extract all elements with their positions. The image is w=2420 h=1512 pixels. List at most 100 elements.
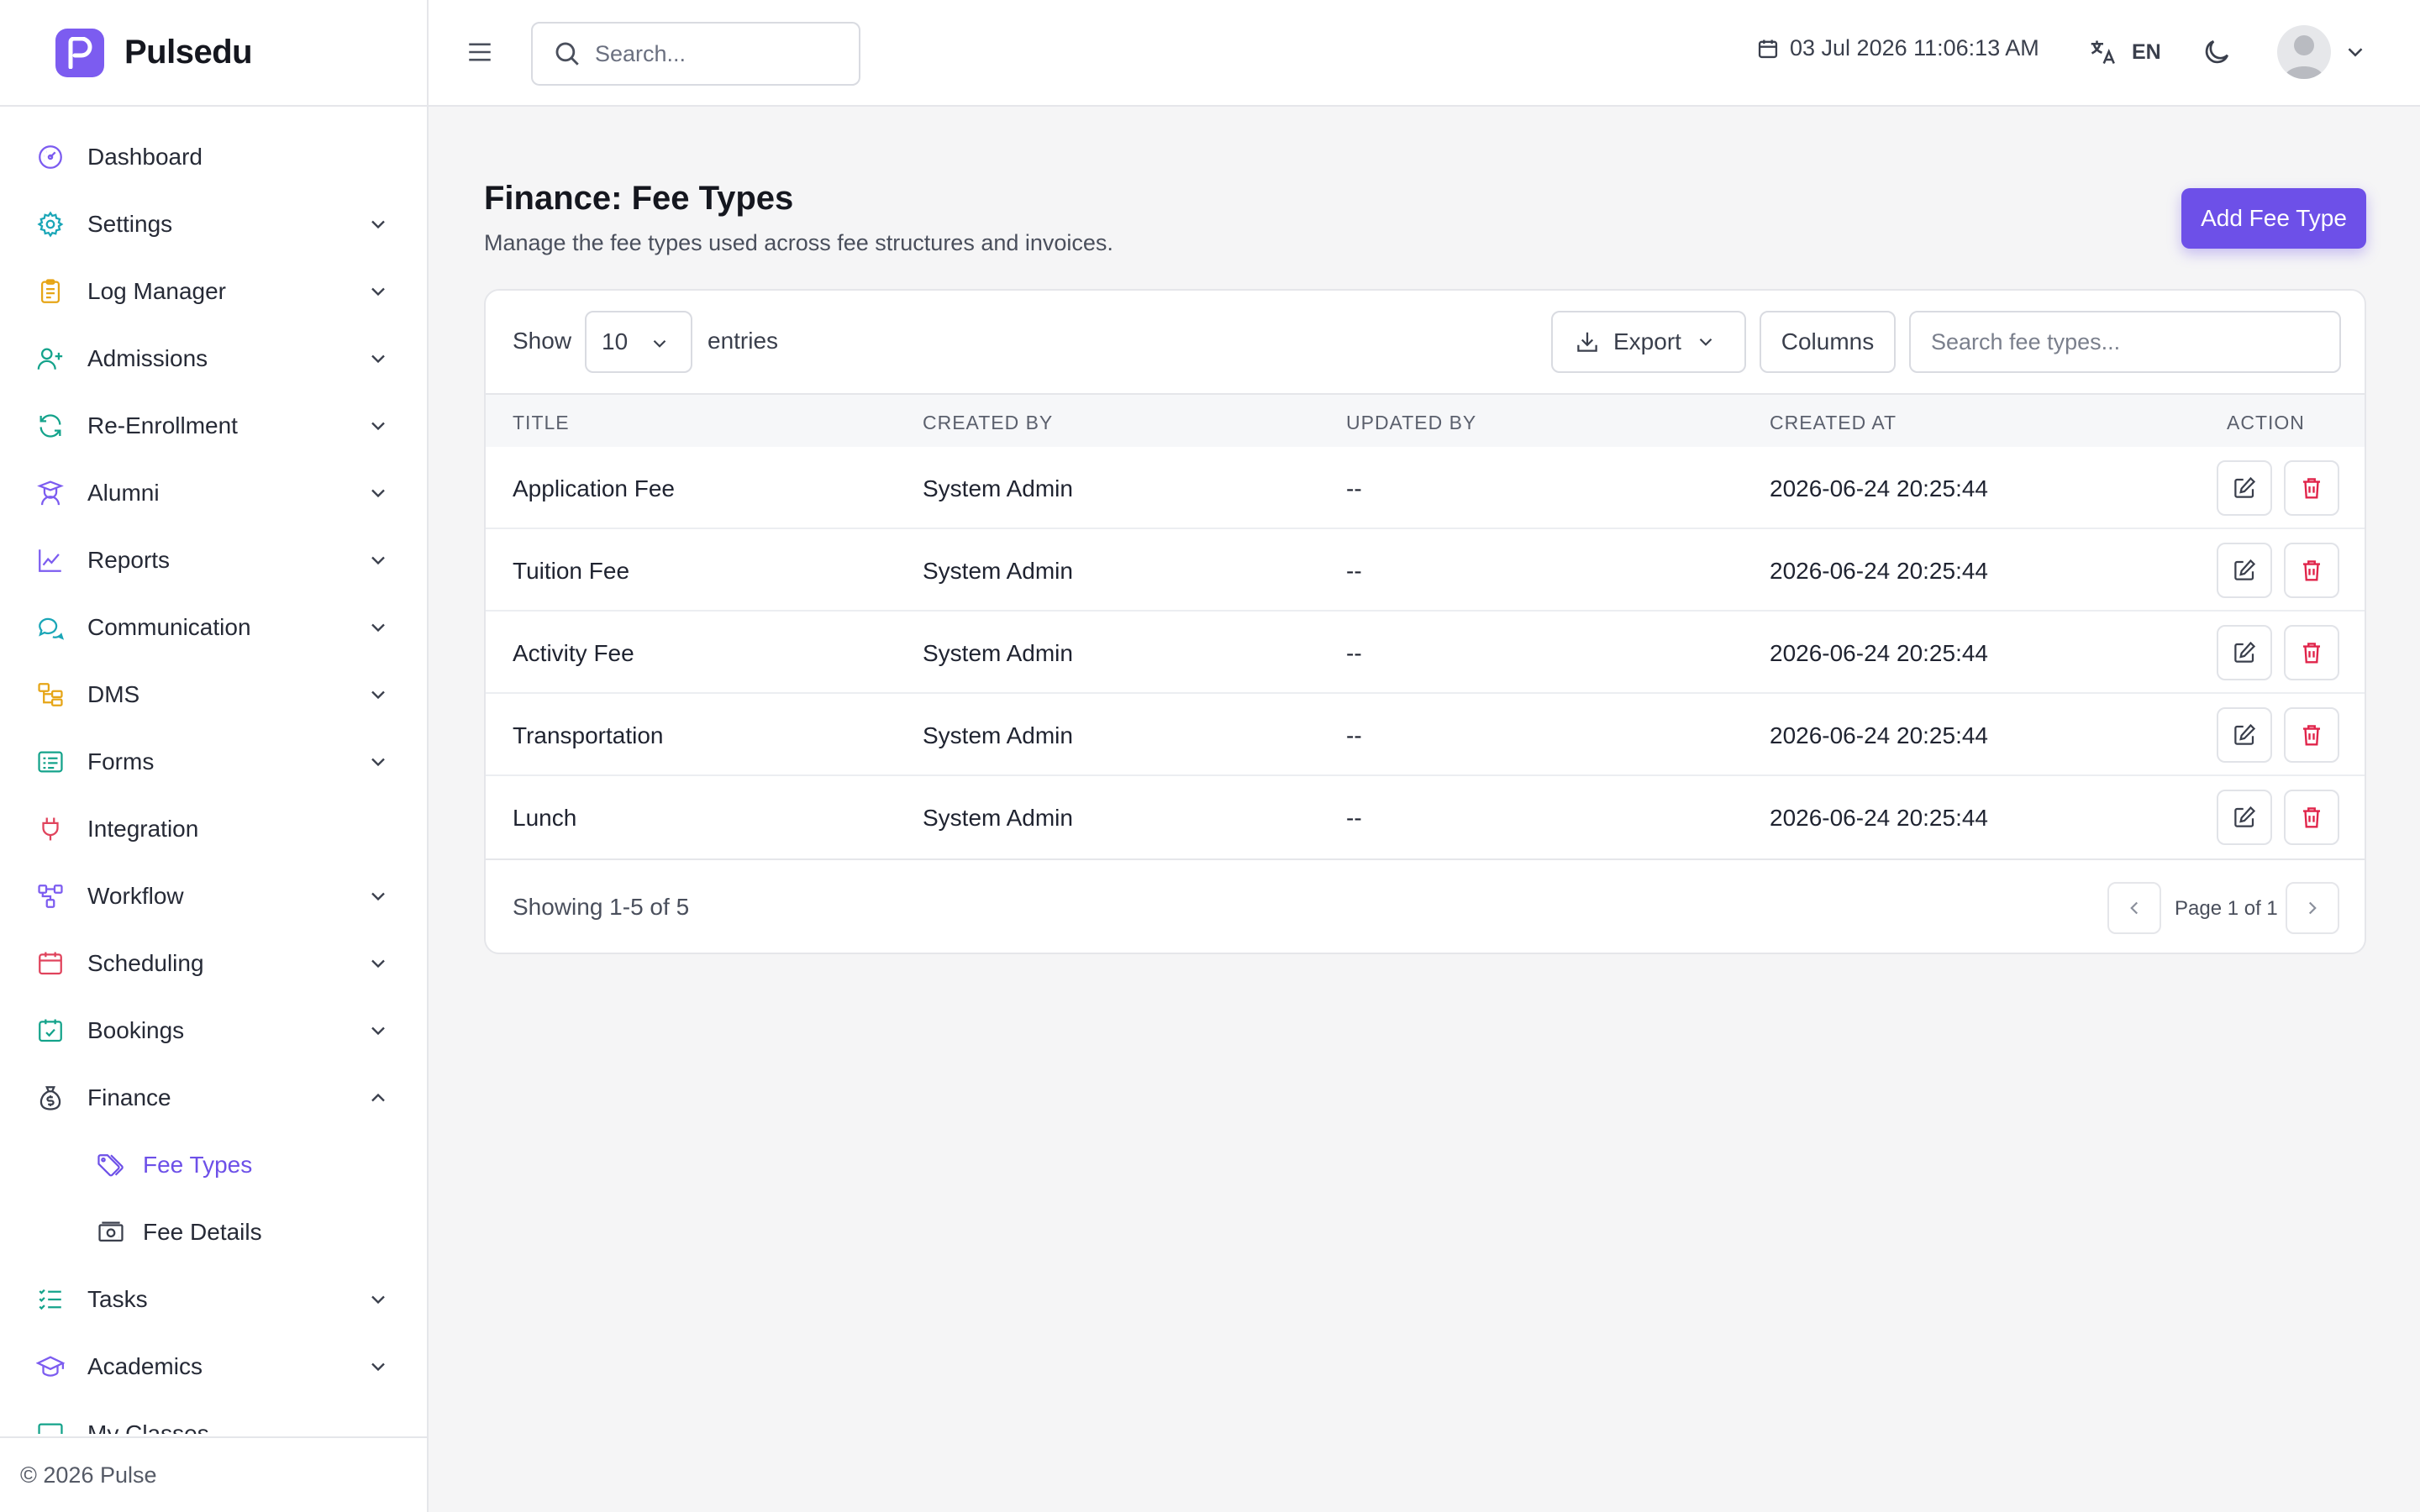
sidebar-item-bookings[interactable]: Bookings — [0, 997, 427, 1064]
table-footer: Showing 1-5 of 5 Page 1 of 1 — [486, 858, 2365, 953]
cell-created-by: System Admin — [923, 558, 1073, 584]
sidebar-item-finance[interactable]: Finance — [0, 1064, 427, 1131]
delete-button[interactable] — [2284, 707, 2339, 763]
trash-icon — [2303, 725, 2320, 746]
sidebar-subitem-fee-details[interactable]: Fee Details — [0, 1199, 427, 1266]
table-row: Application Fee System Admin -- 2026-06-… — [486, 447, 2365, 529]
sidebar-item-my-classes[interactable]: My Classes — [0, 1400, 427, 1434]
entries-label: entries — [708, 328, 779, 354]
edit-icon — [2234, 723, 2256, 745]
cell-created-at: 2026-06-24 20:25:44 — [1770, 805, 1988, 831]
table-row: Tuition Fee System Admin -- 2026-06-24 2… — [486, 529, 2365, 612]
edit-button[interactable] — [2217, 707, 2272, 763]
column-header-created-at[interactable]: CREATED AT — [1770, 412, 1897, 434]
sidebar-item-tasks[interactable]: Tasks — [0, 1266, 427, 1333]
sidebar-item-admissions[interactable]: Admissions — [0, 325, 427, 392]
calendar-icon — [1758, 39, 1778, 58]
delete-button[interactable] — [2284, 460, 2339, 516]
translate-icon — [2091, 40, 2115, 64]
next-page-button[interactable] — [2286, 882, 2339, 934]
export-button[interactable]: Export — [1551, 311, 1746, 373]
cell-created-by: System Admin — [923, 640, 1073, 666]
top-bar: 03 Jul 2026 11:06:13 AM EN — [429, 0, 2420, 107]
cell-created-by: System Admin — [923, 475, 1073, 501]
edit-button[interactable] — [2217, 790, 2272, 845]
sidebar-item-label: My Classes — [87, 1420, 209, 1434]
line-chart-icon — [34, 543, 67, 577]
sidebar-item-communication[interactable]: Communication — [0, 594, 427, 661]
sidebar-item-label: Finance — [87, 1084, 171, 1110]
sidebar-item-dashboard[interactable]: Dashboard — [0, 123, 427, 191]
menu-icon[interactable] — [466, 38, 494, 66]
sidebar-footer: © 2026 Pulse — [0, 1436, 427, 1512]
chevron-down-icon — [371, 623, 385, 633]
chevron-down-icon — [371, 758, 385, 767]
calendar-icon — [34, 947, 67, 980]
column-header-title[interactable]: TITLE — [513, 412, 570, 434]
cell-created-at: 2026-06-24 20:25:44 — [1770, 722, 1988, 748]
entries-select[interactable]: 10 — [585, 311, 692, 373]
sidebar-item-integration[interactable]: Integration — [0, 795, 427, 863]
brand-logo-icon — [55, 28, 104, 77]
cell-title: Application Fee — [513, 475, 676, 501]
column-header-created-by[interactable]: CREATED BY — [923, 412, 1053, 434]
sidebar-item-settings[interactable]: Settings — [0, 191, 427, 258]
sidebar-item-log-manager[interactable]: Log Manager — [0, 258, 427, 325]
cell-updated-by: -- — [1346, 640, 1362, 666]
table-row: Lunch System Admin -- 2026-06-24 20:25:4… — [486, 776, 2365, 858]
add-fee-type-button[interactable]: Add Fee Type — [2181, 188, 2366, 249]
language-switcher[interactable]: EN — [2088, 37, 2161, 67]
sidebar-item-scheduling[interactable]: Scheduling — [0, 930, 427, 997]
sidebar: Pulsedu Dashboard Settings Log Manager A… — [0, 0, 429, 1512]
edit-button[interactable] — [2217, 543, 2272, 598]
cell-title: Lunch — [513, 805, 577, 831]
chevron-left-icon — [2130, 901, 2139, 915]
sidebar-item-label: Log Manager — [87, 278, 227, 304]
sidebar-item-forms[interactable]: Forms — [0, 728, 427, 795]
chevron-down-icon — [371, 1295, 385, 1305]
money-bag-icon — [34, 1081, 67, 1115]
sidebar-item-label: Fee Types — [143, 1152, 253, 1178]
trash-icon — [2303, 560, 2320, 581]
columns-button[interactable]: Columns — [1760, 311, 1896, 373]
page-title: Finance: Fee Types — [484, 180, 794, 217]
sidebar-item-re-enrollment[interactable]: Re-Enrollment — [0, 392, 427, 459]
table-row: Transportation System Admin -- 2026-06-2… — [486, 694, 2365, 776]
prev-page-button[interactable] — [2107, 882, 2161, 934]
sidebar-item-label: Workflow — [87, 883, 184, 909]
edit-button[interactable] — [2217, 625, 2272, 680]
datetime-display: 03 Jul 2026 11:06:13 AM — [1756, 35, 2039, 61]
brand[interactable]: Pulsedu — [0, 0, 427, 107]
user-menu[interactable] — [2277, 25, 2368, 79]
sidebar-item-workflow[interactable]: Workflow — [0, 863, 427, 930]
sidebar-item-label: Dashboard — [87, 144, 203, 170]
show-label: Show — [513, 328, 572, 354]
chat-icon — [34, 611, 67, 644]
sidebar-item-dms[interactable]: DMS — [0, 661, 427, 728]
export-label: Export — [1613, 328, 1681, 354]
workflow-icon — [34, 879, 67, 913]
delete-button[interactable] — [2284, 625, 2339, 680]
chevron-up-icon — [371, 1093, 385, 1102]
global-search-input[interactable] — [595, 40, 847, 67]
user-plus-icon — [34, 342, 67, 375]
sidebar-item-academics[interactable]: Academics — [0, 1333, 427, 1400]
chevron-down-icon — [371, 959, 385, 969]
sidebar-item-reports[interactable]: Reports — [0, 527, 427, 594]
fee-types-table-card: Show 10 entries Export Columns TITLE CRE… — [484, 289, 2366, 954]
chevron-down-icon — [371, 1026, 385, 1036]
table-search-input[interactable] — [1909, 311, 2341, 373]
moon-icon[interactable] — [2202, 37, 2232, 67]
edit-button[interactable] — [2217, 460, 2272, 516]
delete-button[interactable] — [2284, 790, 2339, 845]
plug-icon — [34, 812, 67, 846]
sidebar-item-alumni[interactable]: Alumni — [0, 459, 427, 527]
sidebar-item-label: Forms — [87, 748, 155, 774]
chevron-down-icon — [371, 690, 385, 700]
sidebar-subitem-fee-types[interactable]: Fee Types — [0, 1131, 427, 1199]
delete-button[interactable] — [2284, 543, 2339, 598]
global-search[interactable] — [531, 22, 860, 86]
column-header-updated-by[interactable]: UPDATED BY — [1346, 412, 1476, 434]
table-row: Activity Fee System Admin -- 2026-06-24 … — [486, 612, 2365, 694]
tag-icon — [94, 1148, 128, 1182]
